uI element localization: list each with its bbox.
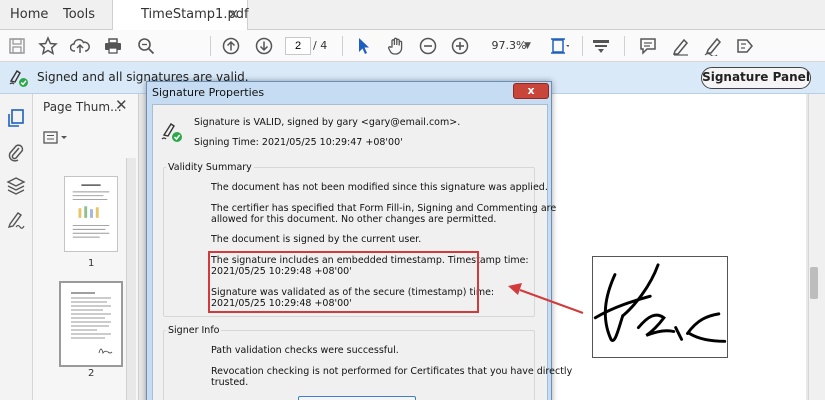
signer-info-group bbox=[163, 330, 535, 400]
zoom-in-icon[interactable] bbox=[450, 36, 470, 56]
previous-page-icon[interactable] bbox=[221, 36, 241, 56]
thumbnail-content bbox=[72, 184, 110, 238]
document-scrollbar-thumb[interactable] bbox=[810, 267, 818, 299]
attachments-paperclip-icon[interactable] bbox=[6, 142, 26, 162]
highlight-pen-icon[interactable] bbox=[671, 36, 691, 56]
upload-cloud-icon[interactable] bbox=[69, 36, 90, 56]
signer-info-label: Signer Info bbox=[166, 325, 222, 336]
validity-line: The document is signed by the current us… bbox=[211, 234, 422, 245]
tab-home[interactable]: Home bbox=[10, 0, 48, 30]
tab-tools[interactable]: Tools bbox=[63, 0, 95, 30]
page-thumbnails-icon[interactable] bbox=[6, 108, 26, 128]
bookmark-star-icon[interactable] bbox=[38, 36, 58, 56]
page-count: / 4 bbox=[313, 39, 328, 52]
dialog-title: Signature Properties bbox=[152, 86, 265, 99]
signer-info-line: Path validation checks were successful. bbox=[211, 345, 399, 356]
thumbnail-content bbox=[71, 292, 113, 355]
thumbnail-page-number: 2 bbox=[88, 368, 95, 379]
hand-tool-icon[interactable] bbox=[386, 36, 406, 56]
tab-bar: Home Tools TimeStamp1.pdf ✕ bbox=[0, 0, 825, 31]
stamp-tag-icon[interactable] bbox=[735, 36, 755, 56]
dialog-button[interactable] bbox=[298, 396, 416, 400]
validity-line: The certifier has specified that Form Fi… bbox=[211, 203, 557, 214]
signer-info-line: Revocation checking is not performed for… bbox=[211, 366, 573, 377]
page-thumbnail-2-selected[interactable] bbox=[59, 281, 123, 367]
signature-panel-button[interactable]: Signature Panel bbox=[701, 67, 811, 89]
dialog-close-button[interactable]: x bbox=[513, 83, 549, 99]
signature-valid-icon bbox=[9, 68, 29, 88]
scroll-mode-icon[interactable] bbox=[591, 36, 611, 56]
signature-field[interactable] bbox=[592, 256, 728, 358]
zoom-dropdown-icon[interactable]: ▼ bbox=[524, 37, 531, 55]
zoom-out-icon[interactable] bbox=[418, 36, 438, 56]
toolbar-divider bbox=[210, 36, 211, 56]
left-rail bbox=[0, 94, 33, 400]
next-page-icon[interactable] bbox=[254, 36, 274, 56]
sign-pen-icon[interactable] bbox=[703, 36, 723, 58]
validity-summary-label: Validity Summary bbox=[166, 162, 254, 173]
handwritten-signature bbox=[593, 263, 727, 343]
signatures-pen-icon[interactable] bbox=[6, 210, 26, 230]
toolbar: / 4 97.3% ▼ bbox=[0, 30, 825, 62]
toolbar-divider bbox=[582, 36, 583, 56]
document-scrollbar[interactable] bbox=[808, 94, 825, 400]
zoom-search-icon[interactable] bbox=[136, 36, 156, 56]
page-fit-icon[interactable] bbox=[549, 36, 570, 56]
signing-time: Signing Time: 2021/05/25 10:29:47 +08'00… bbox=[194, 137, 403, 148]
timestamp-highlight-box bbox=[208, 251, 479, 313]
close-tab-icon[interactable]: ✕ bbox=[227, 0, 239, 30]
print-icon[interactable] bbox=[103, 36, 123, 56]
thumbnails-panel-title: Page Thum... bbox=[43, 100, 122, 114]
toolbar-divider bbox=[342, 36, 343, 56]
thumbnail-page-number: 1 bbox=[88, 258, 95, 269]
toolbar-divider bbox=[624, 36, 625, 56]
validity-line: The document has not been modified since… bbox=[211, 182, 548, 193]
signature-status-line: Signature is VALID, signed by gary <gary… bbox=[194, 117, 461, 128]
validity-line: allowed for this document. No other chan… bbox=[211, 214, 497, 225]
select-cursor-icon[interactable] bbox=[354, 36, 374, 56]
comment-icon[interactable] bbox=[638, 36, 658, 56]
page-thumbnail-1[interactable] bbox=[64, 176, 118, 252]
layers-icon[interactable] bbox=[6, 176, 26, 196]
signer-info-line: trusted. bbox=[211, 377, 249, 388]
signature-valid-status-icon bbox=[161, 121, 183, 143]
tab-document[interactable]: TimeStamp1.pdf ✕ bbox=[112, 0, 249, 31]
save-icon[interactable] bbox=[7, 36, 27, 56]
close-panel-icon[interactable]: ✕ bbox=[115, 96, 128, 114]
thumbnails-scrollbar[interactable] bbox=[126, 158, 136, 400]
thumbnail-options-icon[interactable] bbox=[43, 130, 69, 146]
page-number-input[interactable] bbox=[285, 37, 311, 55]
